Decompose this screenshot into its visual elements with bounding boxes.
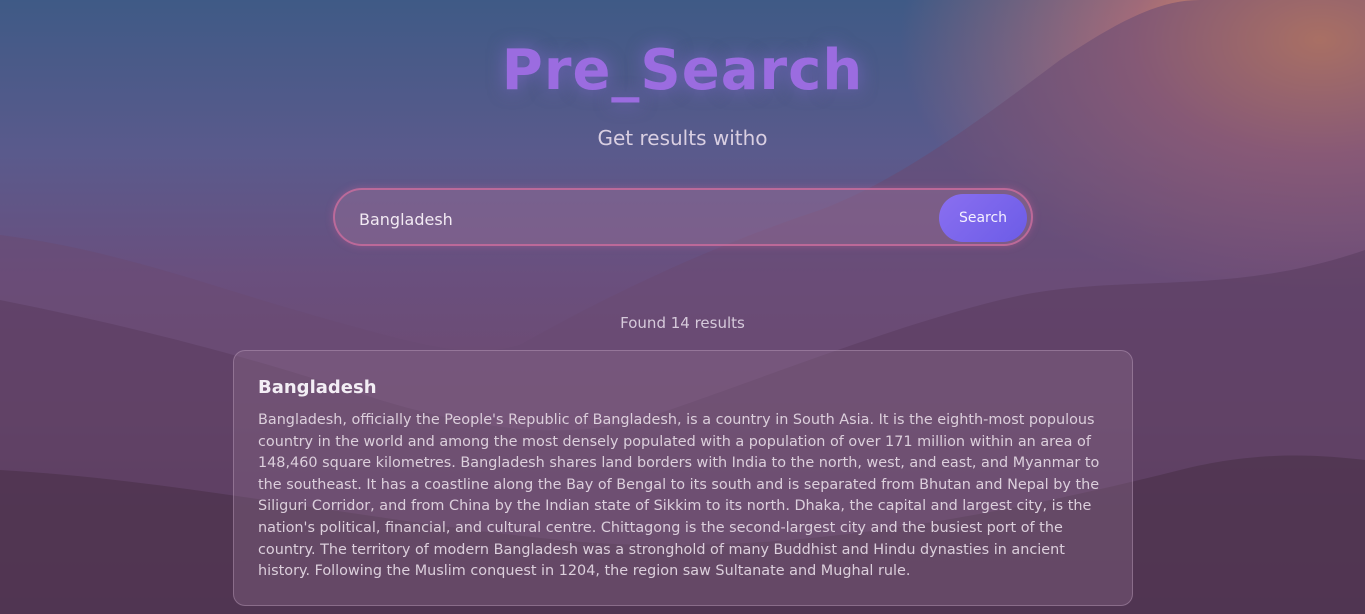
page-title: Pre_Search — [501, 38, 864, 103]
search-bar: Search — [333, 188, 1033, 246]
search-button[interactable]: Search — [939, 194, 1027, 242]
result-card[interactable]: Bangladesh Bangladesh, officially the Pe… — [233, 350, 1133, 606]
results-count: Found 14 results — [620, 314, 745, 332]
page-subtitle: Get results witho — [597, 126, 768, 150]
result-title[interactable]: Bangladesh — [258, 377, 1108, 398]
result-snippet: Bangladesh, officially the People's Repu… — [258, 412, 1100, 580]
search-input[interactable] — [357, 204, 921, 234]
